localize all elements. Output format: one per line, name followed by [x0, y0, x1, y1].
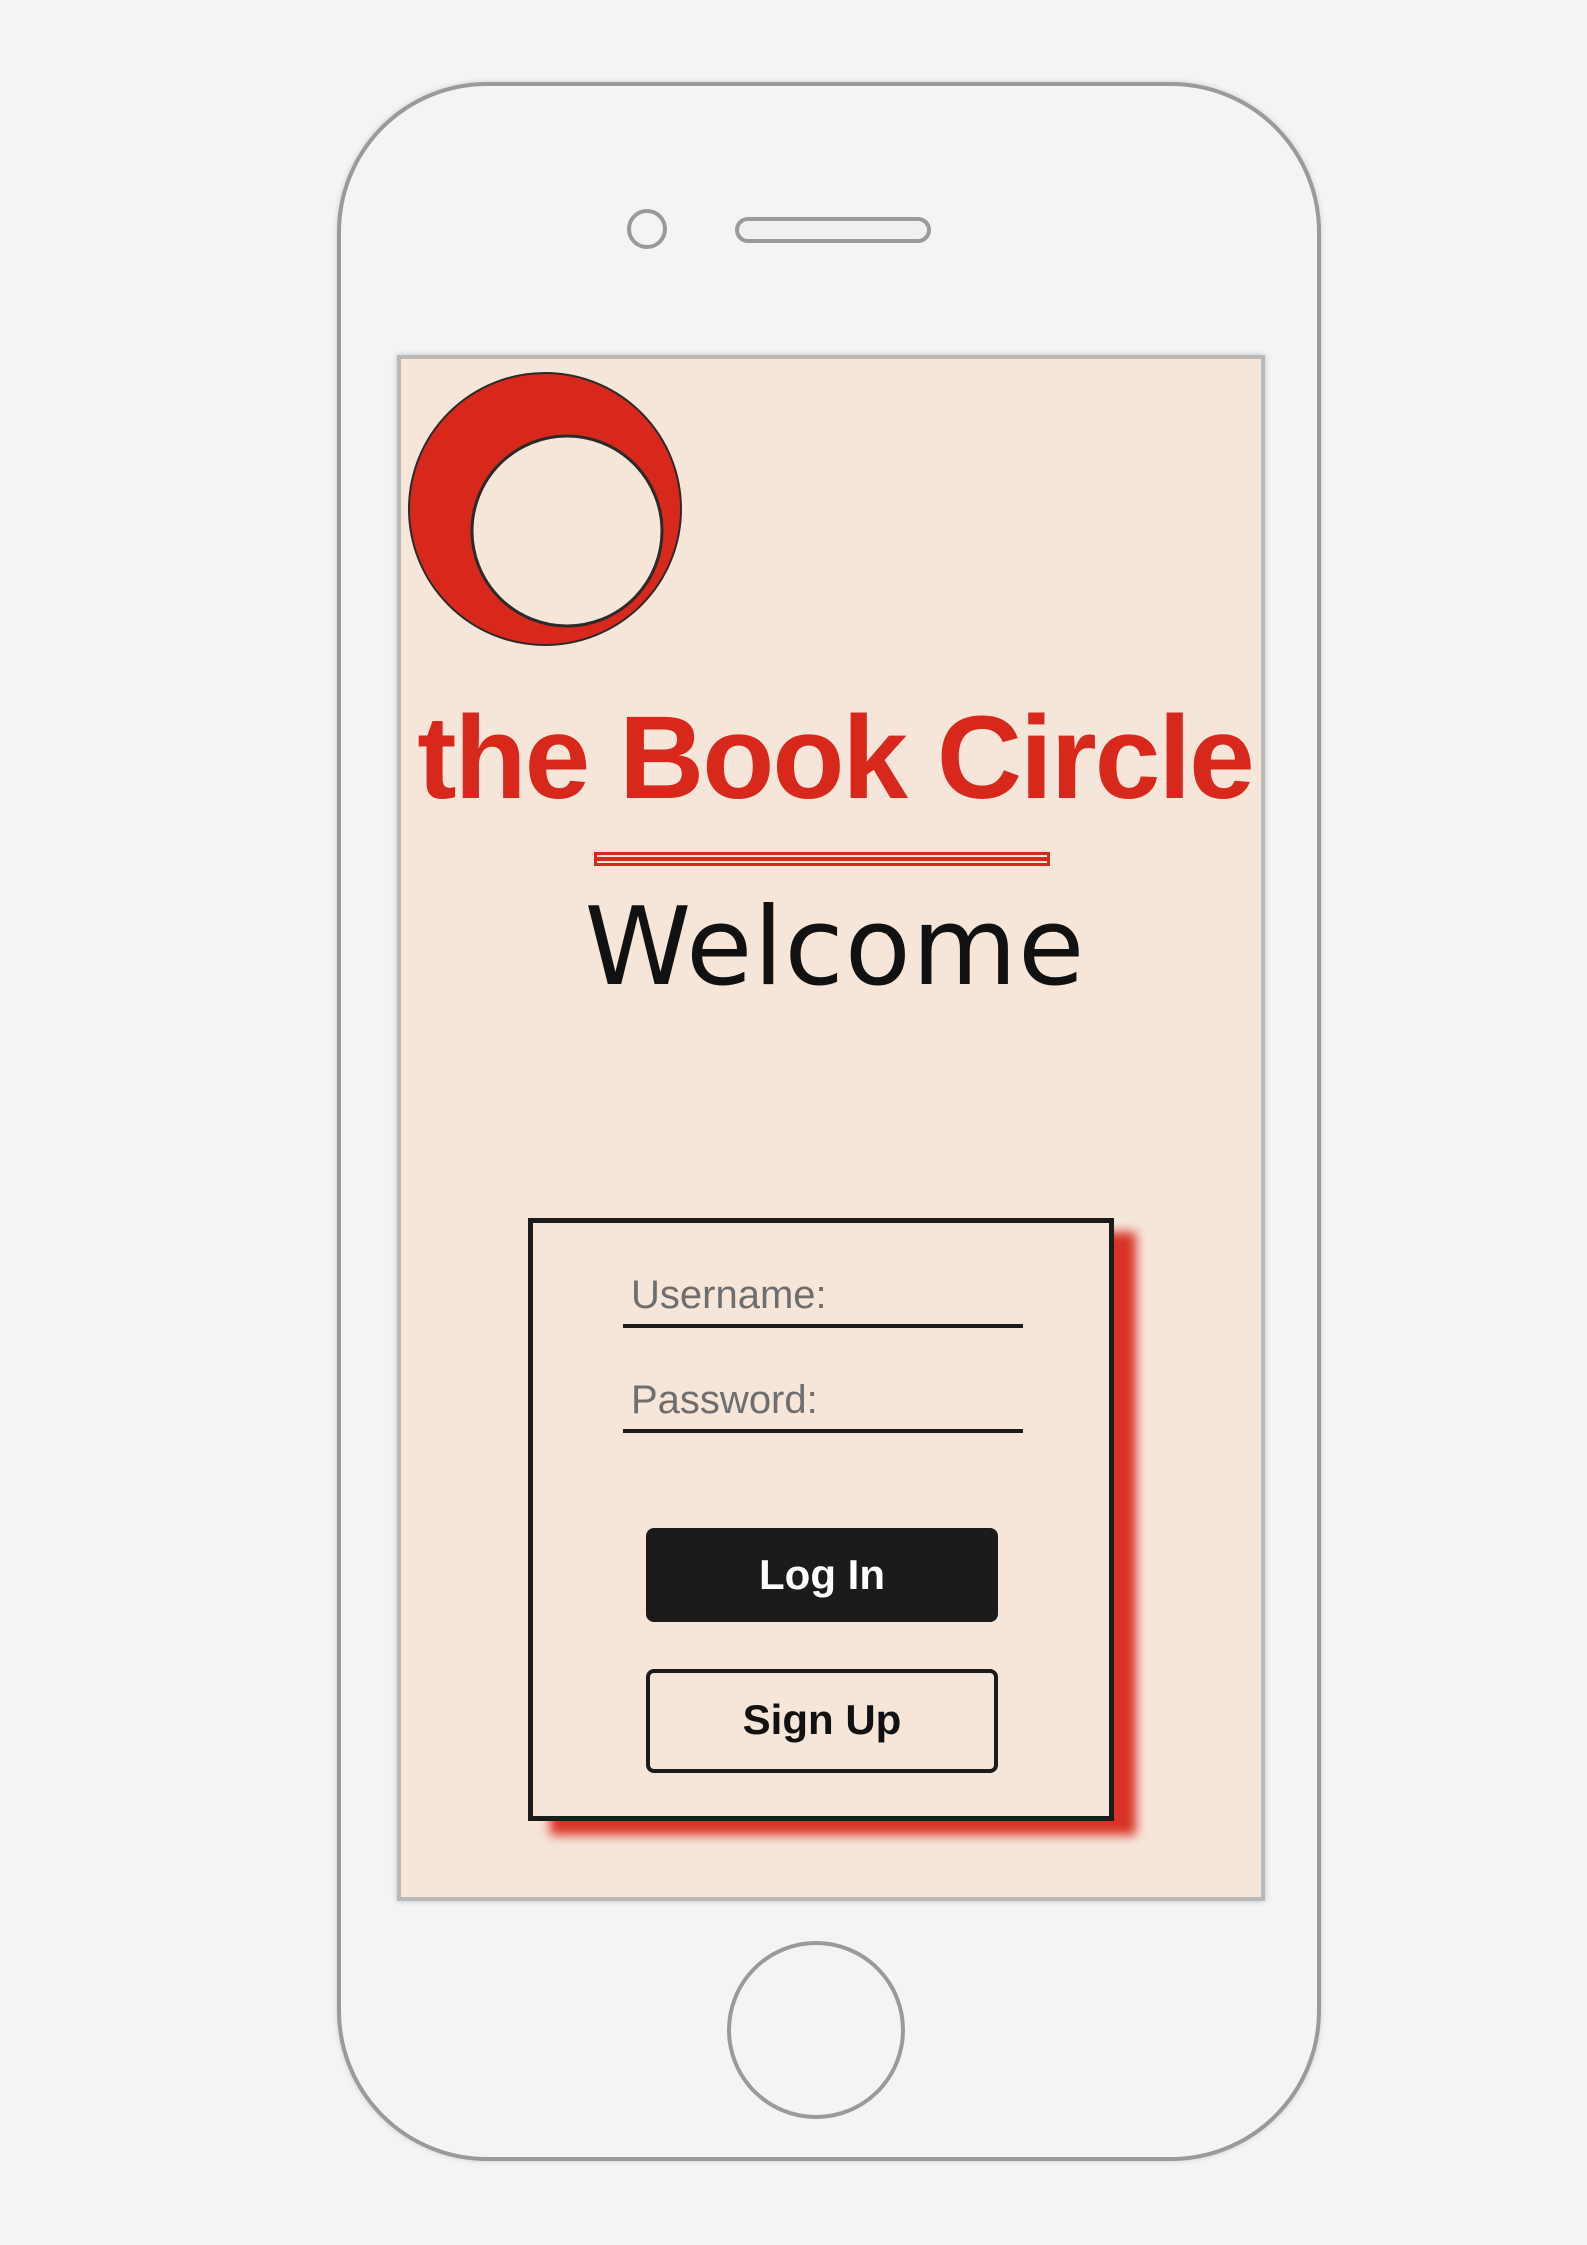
front-camera-icon — [627, 209, 667, 249]
username-input[interactable] — [631, 1273, 1011, 1318]
password-field — [623, 1373, 1023, 1433]
circle-logo-icon — [408, 372, 682, 646]
brand-title: the Book Circle — [417, 692, 1255, 824]
username-field — [623, 1268, 1023, 1328]
login-card: Log In Sign Up — [528, 1218, 1114, 1821]
password-input[interactable] — [631, 1378, 1011, 1423]
home-button[interactable] — [727, 1941, 905, 2119]
speaker-icon — [735, 217, 931, 243]
login-button[interactable]: Log In — [646, 1528, 998, 1622]
title-underline — [594, 852, 1050, 866]
signup-button[interactable]: Sign Up — [646, 1669, 998, 1773]
app-screen: the Book Circle Welcome Log In Sign Up — [397, 355, 1265, 1901]
welcome-heading: Welcome — [584, 885, 1086, 1010]
page: the Book Circle Welcome Log In Sign Up — [0, 0, 1587, 2245]
